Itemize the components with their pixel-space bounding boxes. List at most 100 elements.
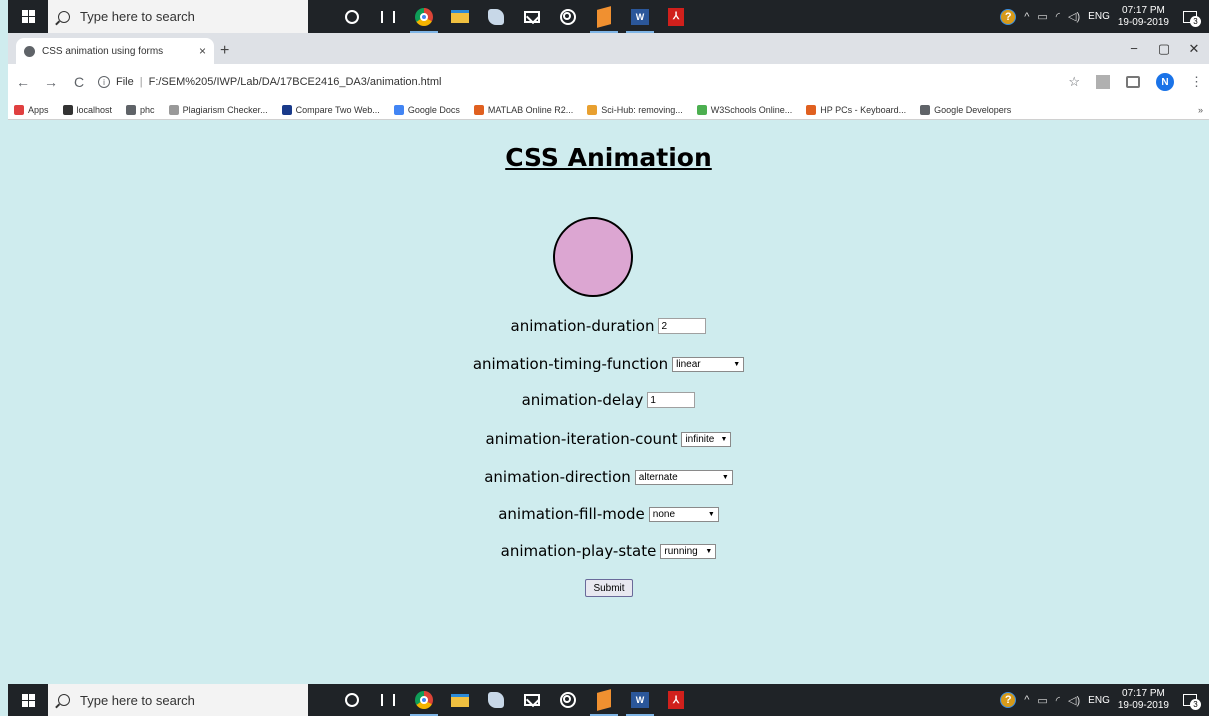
chevron-down-icon: ▼ (720, 435, 728, 443)
tray-expand-icon[interactable]: ^ (1024, 694, 1029, 706)
chevron-down-icon: ▼ (705, 547, 713, 555)
bookmark-item[interactable]: phc (126, 104, 155, 115)
paint-button[interactable] (478, 0, 514, 33)
chrome-taskbar-button[interactable] (406, 0, 442, 33)
file-explorer-button[interactable] (442, 684, 478, 716)
play-label: animation-play-state (500, 542, 657, 560)
play-select[interactable]: running ▼ (660, 543, 717, 559)
acrobat-button[interactable]: ⅄ (658, 0, 694, 33)
wifi-icon[interactable]: ◜ (1056, 10, 1060, 23)
action-center-button[interactable]: 3 (1177, 684, 1203, 716)
bookmark-favicon-icon (473, 104, 484, 115)
timing-select[interactable]: linear ▼ (672, 356, 745, 372)
taskbar-search[interactable]: Type here to search (48, 684, 308, 716)
file-explorer-button[interactable] (442, 0, 478, 33)
bookmark-item[interactable]: localhost (62, 104, 112, 115)
duration-row: animation-duration (8, 317, 1209, 335)
bookmark-item[interactable]: Google Docs (393, 104, 460, 115)
bookmark-item[interactable]: HP PCs - Keyboard... (806, 104, 906, 115)
delay-input[interactable] (647, 392, 696, 408)
bookmark-label: phc (140, 104, 155, 115)
taskbar-top: Type here to search W ⅄ ? ^ ▭ ◜ ◁) ENG 0… (8, 0, 1209, 33)
paint-icon (488, 8, 504, 25)
direction-value: alternate (638, 471, 678, 483)
word-button[interactable]: W (622, 0, 658, 33)
bookmark-item[interactable]: W3Schools Online... (696, 104, 793, 115)
bookmark-label: W3Schools Online... (710, 104, 793, 115)
forward-button[interactable]: → (42, 74, 60, 90)
chrome-taskbar-button[interactable] (406, 684, 442, 716)
cortana-button[interactable] (334, 0, 370, 33)
help-icon[interactable]: ? (1000, 692, 1017, 708)
clock[interactable]: 07:17 PM 19-09-2019 (1118, 688, 1169, 712)
volume-icon[interactable]: ◁) (1068, 694, 1080, 707)
language-indicator[interactable]: ENG (1088, 695, 1110, 706)
back-button[interactable]: ← (14, 74, 32, 90)
groove-button[interactable] (550, 684, 586, 716)
clock[interactable]: 07:17 PM 19-09-2019 (1118, 5, 1169, 29)
bookmark-star-icon[interactable]: ☆ (1068, 74, 1080, 90)
play-row: animation-play-state running ▼ (8, 542, 1209, 560)
paint-button[interactable] (478, 684, 514, 716)
bookmark-label: Plagiarism Checker... (182, 104, 268, 115)
browser-tab[interactable]: CSS animation using forms × (16, 38, 214, 64)
action-center-button[interactable]: 3 (1177, 0, 1203, 33)
pdf-extension-icon[interactable] (1096, 75, 1110, 89)
bookmarks-overflow-button[interactable]: » (1198, 105, 1203, 115)
reload-button[interactable]: C (70, 74, 88, 90)
timing-label: animation-timing-function (472, 355, 669, 373)
page-title: CSS Animation (505, 143, 712, 172)
new-tab-button[interactable]: + (220, 38, 229, 64)
address-bar[interactable]: i File | F:/SEM%205/IWP/Lab/DA/17BCE2416… (98, 69, 1058, 95)
language-indicator[interactable]: ENG (1088, 11, 1110, 22)
duration-input[interactable] (658, 318, 707, 334)
wifi-icon[interactable]: ◜ (1056, 694, 1060, 707)
task-view-button[interactable] (370, 0, 406, 33)
tray-expand-icon[interactable]: ^ (1024, 11, 1029, 23)
bookmark-item[interactable]: Compare Two Web... (281, 104, 380, 115)
chrome-icon (415, 7, 433, 26)
camera-extension-icon[interactable] (1126, 76, 1140, 88)
taskbar-search[interactable]: Type here to search (48, 0, 308, 33)
sublime-button[interactable] (586, 684, 622, 716)
system-tray: ? ^ ▭ ◜ ◁) ENG 07:17 PM 19-09-2019 3 (1000, 684, 1209, 716)
bookmark-favicon-icon (281, 104, 292, 115)
notification-count: 3 (1190, 699, 1201, 710)
mail-icon (524, 694, 540, 706)
start-button[interactable] (8, 0, 48, 33)
mail-button[interactable] (514, 0, 550, 33)
bookmark-item[interactable]: Plagiarism Checker... (168, 104, 268, 115)
acrobat-button[interactable]: ⅄ (658, 684, 694, 716)
clock-date: 19-09-2019 (1117, 16, 1169, 28)
clock-time: 07:17 PM (1122, 688, 1165, 699)
task-view-button[interactable] (370, 684, 406, 716)
bookmark-item[interactable]: Apps (14, 104, 49, 115)
tab-close-button[interactable]: × (199, 44, 206, 58)
word-button[interactable]: W (622, 684, 658, 716)
menu-icon[interactable]: ⋮ (1190, 74, 1203, 90)
direction-label: animation-direction (484, 468, 631, 486)
info-icon[interactable]: i (98, 76, 110, 88)
volume-icon[interactable]: ◁) (1068, 10, 1080, 23)
cortana-button[interactable] (334, 684, 370, 716)
bookmark-item[interactable]: Sci-Hub: removing... (587, 104, 683, 115)
fill-label: animation-fill-mode (498, 505, 645, 523)
bookmark-item[interactable]: Google Developers (920, 104, 1011, 115)
fill-select[interactable]: none ▼ (648, 506, 719, 522)
start-button[interactable] (8, 684, 48, 716)
help-icon[interactable]: ? (1000, 8, 1017, 25)
mail-button[interactable] (514, 684, 550, 716)
iteration-select[interactable]: infinite ▼ (681, 431, 732, 447)
profile-avatar[interactable]: N (1156, 73, 1174, 91)
battery-icon[interactable]: ▭ (1037, 10, 1047, 23)
battery-icon[interactable]: ▭ (1037, 694, 1047, 707)
chevron-down-icon: ▼ (707, 510, 715, 518)
submit-button[interactable]: Submit (585, 579, 633, 597)
bookmark-item[interactable]: MATLAB Online R2... (473, 104, 573, 115)
groove-button[interactable] (550, 0, 586, 33)
minimize-button[interactable]: − (1119, 41, 1149, 56)
sublime-button[interactable] (586, 0, 622, 33)
direction-select[interactable]: alternate ▼ (634, 469, 733, 485)
close-window-button[interactable]: ✕ (1179, 41, 1209, 57)
maximize-button[interactable]: ▢ (1149, 41, 1179, 57)
